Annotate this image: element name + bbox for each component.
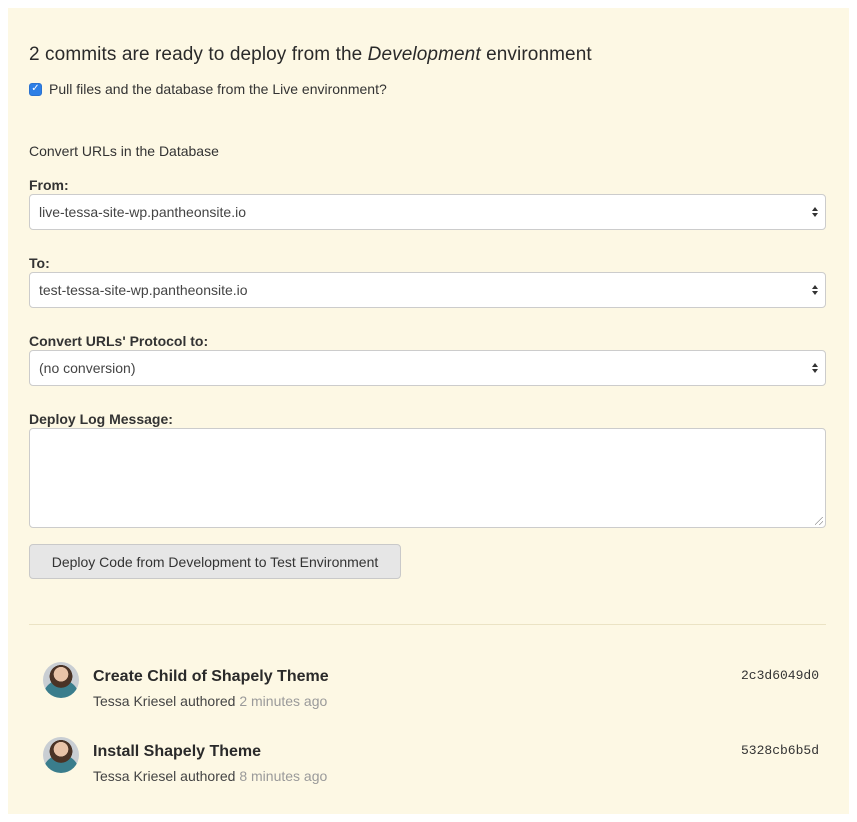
from-label: From: [29, 177, 69, 193]
deploy-button[interactable]: Deploy Code from Development to Test Env… [29, 544, 401, 579]
log-message-textarea[interactable] [29, 428, 826, 528]
pull-files-checkbox[interactable]: ✓ [29, 82, 42, 96]
pull-files-label[interactable]: Pull files and the database from the Liv… [49, 81, 387, 97]
protocol-label: Convert URLs' Protocol to: [29, 333, 209, 349]
commit-author: Tessa Kriesel [93, 693, 177, 709]
to-label: To: [29, 255, 50, 271]
protocol-select-value: (no conversion) [39, 360, 136, 376]
from-select-value: live-tessa-site-wp.pantheonsite.io [39, 204, 246, 220]
log-message-label: Deploy Log Message: [29, 411, 173, 427]
user-avatar [43, 737, 79, 773]
commit-hash: 2c3d6049d0 [740, 668, 819, 683]
up-down-arrows-icon [811, 205, 819, 219]
commit-title: Install Shapely Theme [93, 743, 262, 760]
commit-author: Tessa Kriesel [93, 768, 177, 784]
commit-item: Create Child of Shapely Theme Tessa Krie… [41, 662, 826, 712]
commit-meta: Tessa Kriesel authored 2 minutes ago [93, 693, 327, 709]
commit-meta: Tessa Kriesel authored 8 minutes ago [93, 768, 327, 784]
page-title: 2 commits are ready to deploy from the D… [29, 44, 592, 66]
protocol-select[interactable]: (no conversion) [29, 350, 826, 386]
commit-verb: authored [176, 768, 240, 784]
commit-verb: authored [176, 693, 240, 709]
to-select-value: test-tessa-site-wp.pantheonsite.io [39, 282, 248, 298]
resize-grip-icon[interactable] [815, 517, 823, 525]
up-down-arrows-icon [811, 283, 819, 297]
user-avatar [43, 662, 79, 698]
divider [29, 624, 826, 625]
from-select[interactable]: live-tessa-site-wp.pantheonsite.io [29, 194, 826, 230]
convert-urls-heading: Convert URLs in the Database [29, 143, 219, 159]
commit-time: 8 minutes ago [239, 768, 328, 784]
title-suffix: environment [480, 44, 592, 65]
commit-title: Create Child of Shapely Theme [93, 668, 329, 685]
up-down-arrows-icon [811, 361, 819, 375]
pull-files-option[interactable]: ✓ Pull files and the database from the L… [29, 81, 387, 97]
title-environment: Development [367, 44, 481, 65]
to-select[interactable]: test-tessa-site-wp.pantheonsite.io [29, 272, 826, 308]
deploy-panel: 2 commits are ready to deploy from the D… [8, 8, 849, 814]
commit-item: Install Shapely Theme Tessa Kriesel auth… [41, 737, 826, 787]
commit-hash: 5328cb6b5d [740, 743, 819, 758]
checkmark-icon: ✓ [31, 83, 40, 94]
commit-time: 2 minutes ago [239, 693, 328, 709]
title-prefix: 2 commits are ready to deploy from the [29, 44, 368, 65]
